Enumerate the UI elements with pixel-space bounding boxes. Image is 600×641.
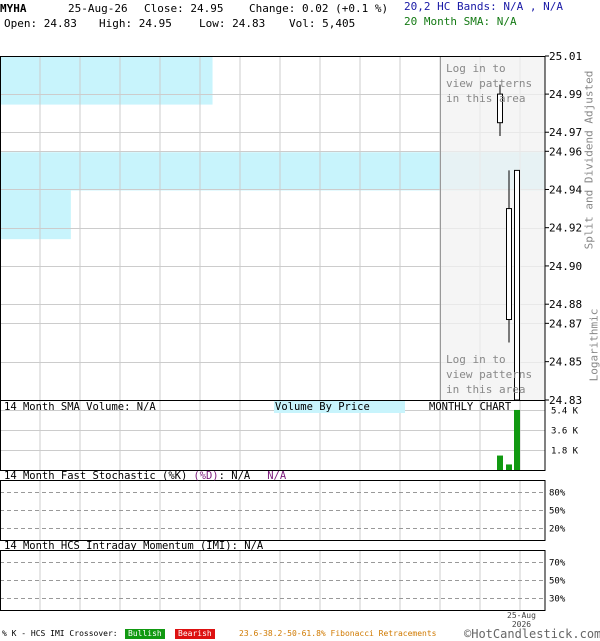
- login-text-line: in this area: [446, 382, 532, 397]
- login-text-line: Log in to: [446, 352, 532, 367]
- price-tick-label: 24.97: [549, 126, 582, 139]
- monthly-chart-label: MONTHLY CHART: [429, 401, 511, 413]
- login-text-line: Log in to: [446, 61, 532, 76]
- fibonacci-label: 23.6-38.2-50-61.8% Fibonacci Retracement…: [239, 629, 436, 639]
- volume-bar: [506, 464, 512, 470]
- stochastic-title-d: (%D): [193, 470, 218, 482]
- price-tick-label: 24.90: [549, 260, 582, 273]
- volume-sma-title: 14 Month SMA Volume: N/A: [4, 401, 156, 413]
- volume-tick-label: 5.4 K: [551, 407, 579, 417]
- volume-by-price-bar: [0, 190, 71, 239]
- login-patterns-bottom[interactable]: Log in to view patterns in this area: [446, 352, 532, 397]
- price-tick-label: 24.92: [549, 222, 582, 235]
- imi-tick-label: 70%: [549, 559, 566, 569]
- x-axis-month: 25-Aug: [507, 611, 536, 620]
- stochastic-tick-label: 50%: [549, 507, 566, 517]
- stochastic-title: 14 Month Fast Stochastic (%K) (%D): N/A N/…: [4, 470, 286, 482]
- volume-tick-label: 3.6 K: [551, 427, 579, 437]
- price-tick-label: 24.87: [549, 317, 582, 330]
- volume-by-price-label: Volume By Price: [274, 401, 405, 413]
- stochastic-d-value: N/A: [267, 470, 286, 482]
- login-shade-area: [440, 56, 545, 400]
- login-text-line: in this area: [446, 91, 532, 106]
- candle-body: [507, 209, 512, 320]
- brand-label: ©HotCandlestick.com: [464, 627, 600, 641]
- stochastic-k-value: : N/A: [219, 470, 251, 482]
- crossover-label: % K - HCS IMI Crossover:: [2, 629, 118, 639]
- volume-bar: [497, 456, 503, 470]
- imi-title: 14 Month HCS Intraday Momentum (IMI): N/…: [4, 540, 263, 552]
- price-tick-label: 24.99: [549, 88, 582, 101]
- imi-tick-label: 30%: [549, 595, 566, 605]
- price-tick-label: 25.01: [549, 50, 582, 63]
- bullish-badge: Bullish: [125, 629, 165, 639]
- login-patterns-top[interactable]: Log in to view patterns in this area: [446, 61, 532, 106]
- price-tick-label: 24.88: [549, 298, 582, 311]
- stochastic-tick-label: 20%: [549, 525, 566, 535]
- volume-by-price-bar: [0, 56, 213, 105]
- bearish-badge: Bearish: [175, 629, 215, 639]
- stochastic-title-k: 14 Month Fast Stochastic (%K): [4, 470, 187, 482]
- volume-bar: [514, 410, 520, 470]
- price-tick-label: 24.85: [549, 356, 582, 369]
- price-tick-label: 24.83: [549, 394, 582, 407]
- price-tick-label: 24.96: [549, 145, 582, 158]
- price-tick-label: 24.94: [549, 183, 582, 196]
- imi-tick-label: 50%: [549, 577, 566, 587]
- login-text-line: view patterns: [446, 367, 532, 382]
- volume-tick-label: 1.8 K: [551, 447, 579, 457]
- stochastic-tick-label: 80%: [549, 489, 566, 499]
- login-text-line: view patterns: [446, 76, 532, 91]
